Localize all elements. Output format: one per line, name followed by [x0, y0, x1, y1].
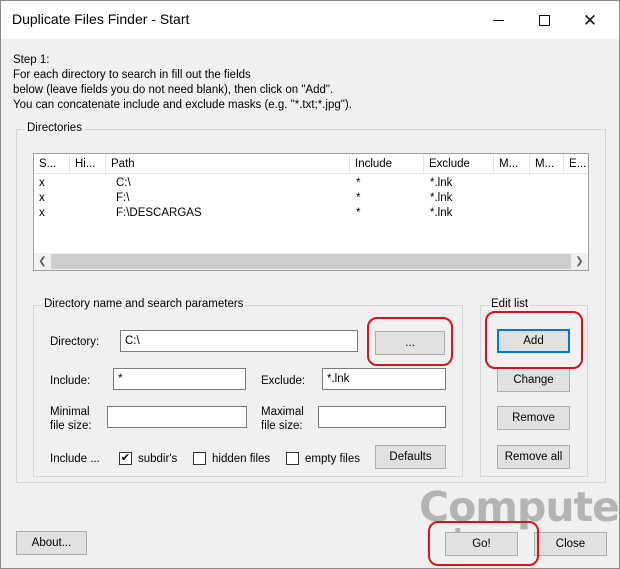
directory-input[interactable]	[120, 330, 358, 352]
directories-group-label: Directories	[25, 122, 84, 134]
step-instructions: Step 1: For each directory to search in …	[13, 53, 352, 113]
step-heading: Step 1:	[13, 54, 50, 66]
step-line-1: For each directory to search in fill out…	[13, 69, 251, 81]
app-window: Duplicate Files Finder - Start ✕ Step 1:…	[0, 0, 620, 569]
column-header-e[interactable]: E...	[564, 154, 588, 174]
maximal-size-input[interactable]	[318, 406, 446, 428]
column-header-max[interactable]: M...	[530, 154, 564, 174]
cell-path: C:\	[116, 177, 131, 189]
table-row[interactable]: x F:\ * *.lnk	[34, 191, 588, 206]
step-line-3: You can concatenate include and exclude …	[13, 99, 352, 111]
cell-include: *	[356, 177, 361, 189]
checkmark-icon: ✔	[120, 452, 131, 464]
cell-s: x	[39, 207, 45, 219]
cell-include: *	[356, 192, 361, 204]
cell-exclude: *.lnk	[430, 207, 453, 219]
table-row[interactable]: x C:\ * *.lnk	[34, 176, 588, 191]
list-header: S... Hi... Path Include Exclude M... M..…	[34, 154, 588, 174]
cell-s: x	[39, 177, 45, 189]
close-icon: ✕	[582, 10, 598, 30]
cell-include: *	[356, 207, 361, 219]
column-header-s[interactable]: S...	[34, 154, 70, 174]
scroll-left-icon[interactable]: ❮	[34, 253, 51, 270]
remove-all-button[interactable]: Remove all	[497, 445, 570, 469]
minimal-size-label-2: file size:	[50, 420, 92, 432]
maximal-size-label-1: Maximal	[261, 406, 304, 418]
maximize-icon	[538, 14, 550, 26]
search-params-group-label: Directory name and search parameters	[42, 298, 246, 310]
cell-path: F:\DESCARGAS	[116, 207, 202, 219]
remove-button[interactable]: Remove	[497, 406, 570, 430]
watermark-logo: Computer	[419, 485, 620, 529]
defaults-button[interactable]: Defaults	[375, 445, 446, 469]
exclude-label: Exclude:	[261, 375, 306, 387]
directory-label: Directory:	[50, 336, 100, 348]
subdirs-label: subdir's	[138, 453, 178, 465]
include-input[interactable]	[113, 368, 246, 390]
scroll-right-icon[interactable]: ❯	[571, 253, 588, 270]
include-options-label: Include ...	[50, 453, 100, 465]
scrollbar-thumb[interactable]	[51, 254, 571, 269]
maximal-size-label-2: file size:	[261, 420, 303, 432]
watermark-text-1: Computer	[419, 483, 620, 531]
cell-path: F:\	[116, 192, 130, 204]
minimize-icon	[492, 19, 504, 21]
minimal-size-label-1: Minimal	[50, 406, 90, 418]
edit-list-group-label: Edit list	[489, 298, 531, 310]
hidden-files-label: hidden files	[212, 453, 271, 465]
minimal-size-input[interactable]	[107, 406, 247, 428]
exclude-input[interactable]	[322, 368, 446, 390]
column-header-exclude[interactable]: Exclude	[424, 154, 494, 174]
column-header-min[interactable]: M...	[494, 154, 530, 174]
browse-button[interactable]: ...	[375, 331, 445, 355]
maximize-button[interactable]	[521, 1, 567, 39]
column-header-include[interactable]: Include	[350, 154, 424, 174]
hidden-files-checkbox[interactable]	[193, 452, 206, 465]
about-button[interactable]: About...	[16, 531, 87, 555]
go-button[interactable]: Go!	[445, 532, 518, 556]
title-bar: Duplicate Files Finder - Start ✕	[1, 1, 619, 39]
cell-s: x	[39, 192, 45, 204]
column-header-path[interactable]: Path	[106, 154, 350, 174]
cell-exclude: *.lnk	[430, 177, 453, 189]
directories-list[interactable]: S... Hi... Path Include Exclude M... M..…	[33, 153, 589, 271]
window-title: Duplicate Files Finder - Start	[12, 11, 190, 27]
table-row[interactable]: x F:\DESCARGAS * *.lnk	[34, 206, 588, 221]
horizontal-scrollbar[interactable]: ❮ ❯	[34, 253, 588, 270]
empty-files-label: empty files	[305, 453, 360, 465]
close-window-button[interactable]: ✕	[567, 1, 613, 39]
subdirs-checkbox[interactable]: ✔	[119, 452, 132, 465]
minimize-button[interactable]	[475, 1, 521, 39]
change-button[interactable]: Change	[497, 368, 570, 392]
step-line-2: below (leave fields you do not need blan…	[13, 84, 334, 96]
column-header-hidden[interactable]: Hi...	[70, 154, 106, 174]
empty-files-checkbox[interactable]	[286, 452, 299, 465]
add-button[interactable]: Add	[497, 329, 570, 353]
include-label: Include:	[50, 375, 91, 387]
close-button[interactable]: Close	[534, 532, 607, 556]
cell-exclude: *.lnk	[430, 192, 453, 204]
